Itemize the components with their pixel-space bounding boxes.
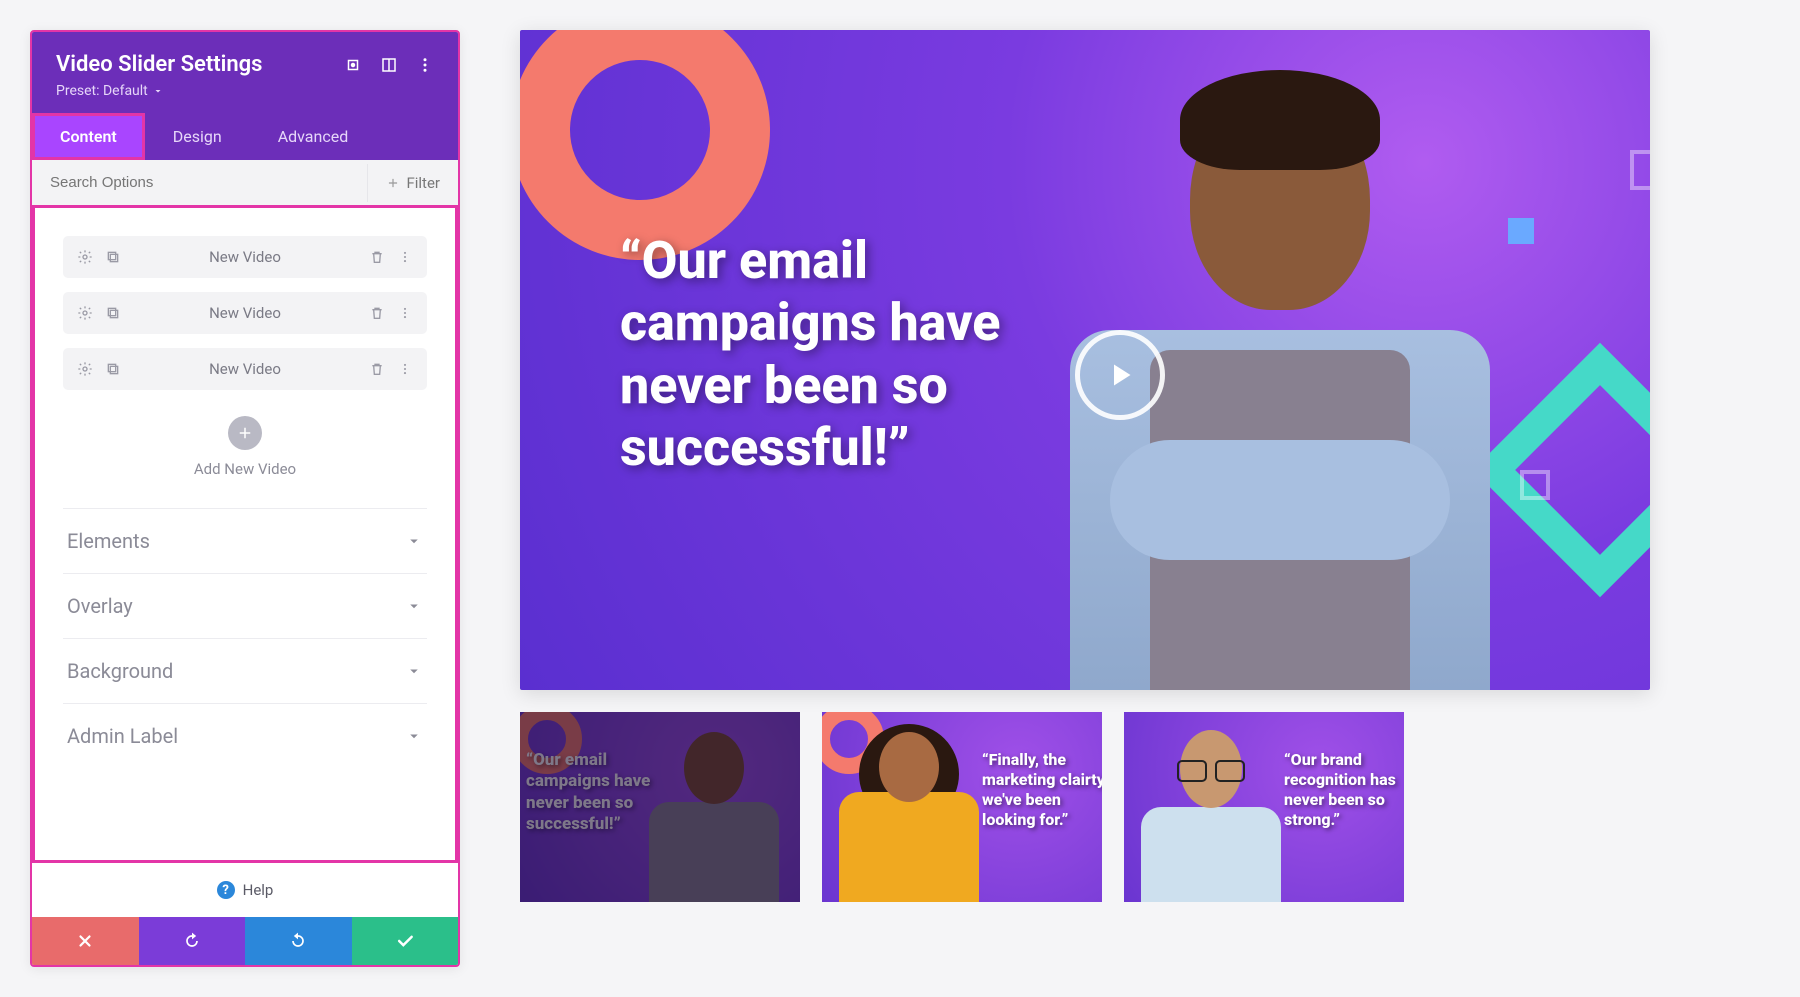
preview-area: “Our email campaigns have never been so … <box>520 30 1770 967</box>
expand-icon[interactable] <box>344 56 362 74</box>
save-button[interactable] <box>352 917 459 965</box>
more-icon[interactable] <box>397 361 413 377</box>
trash-icon[interactable] <box>369 305 385 321</box>
decorative-ring <box>520 30 770 260</box>
tab-advanced[interactable]: Advanced <box>250 113 377 160</box>
duplicate-icon[interactable] <box>105 305 121 321</box>
search-row: Filter <box>32 160 458 206</box>
video-item-label: New Video <box>121 360 369 378</box>
chevron-down-icon <box>405 662 423 680</box>
add-video-button[interactable] <box>228 416 262 450</box>
trash-icon[interactable] <box>369 361 385 377</box>
tab-bar: Content Design Advanced <box>32 113 458 160</box>
chevron-down-icon <box>405 727 423 745</box>
help-label: Help <box>243 881 274 899</box>
thumb-quote: “Finally, the marketing clairty we've be… <box>982 750 1102 830</box>
more-icon[interactable] <box>416 56 434 74</box>
panel-header: Video Slider Settings Preset: Default <box>32 32 458 113</box>
plus-icon <box>236 424 254 442</box>
undo-button[interactable] <box>139 917 246 965</box>
section-elements[interactable]: Elements <box>63 509 427 574</box>
decorative-square <box>1630 150 1650 190</box>
decorative-square <box>1520 470 1550 500</box>
content-body: New Video New Video <box>32 205 458 863</box>
add-video-row: Add New Video <box>63 416 427 478</box>
gear-icon[interactable] <box>77 305 93 321</box>
video-item[interactable]: New Video <box>63 292 427 334</box>
settings-panel: Video Slider Settings Preset: Default Co… <box>30 30 460 967</box>
section-title: Elements <box>67 529 150 553</box>
gear-icon[interactable] <box>77 249 93 265</box>
cancel-button[interactable] <box>32 917 139 965</box>
decorative-ring <box>520 712 582 774</box>
duplicate-icon[interactable] <box>105 361 121 377</box>
video-list: New Video New Video <box>63 236 427 390</box>
bottom-actions <box>32 917 458 965</box>
thumbnail-row: “Our email campaigns have never been so … <box>520 712 1770 902</box>
section-title: Background <box>67 659 173 683</box>
panel-title: Video Slider Settings <box>56 52 263 77</box>
section-overlay[interactable]: Overlay <box>63 574 427 639</box>
redo-icon <box>288 931 308 951</box>
check-icon <box>395 931 415 951</box>
trash-icon[interactable] <box>369 249 385 265</box>
help-icon: ? <box>217 881 235 899</box>
duplicate-icon[interactable] <box>105 249 121 265</box>
plus-icon <box>386 176 400 190</box>
video-item[interactable]: New Video <box>63 348 427 390</box>
person-illustration <box>644 712 784 902</box>
video-item-label: New Video <box>121 304 369 322</box>
more-icon[interactable] <box>397 249 413 265</box>
chevron-down-icon <box>405 597 423 615</box>
thumbnail-1[interactable]: “Our email campaigns have never been so … <box>520 712 800 902</box>
help-button[interactable]: ? Help <box>32 863 458 917</box>
thumb-quote: “Our email campaigns have never been so … <box>526 750 686 835</box>
thumb-quote: “Our brand recognition has never been so… <box>1284 750 1404 830</box>
filter-button[interactable]: Filter <box>367 164 458 202</box>
undo-icon <box>182 931 202 951</box>
close-icon <box>76 932 94 950</box>
chevron-down-icon <box>152 85 164 97</box>
tab-design[interactable]: Design <box>145 113 250 160</box>
filter-label: Filter <box>406 174 440 192</box>
preset-selector[interactable]: Preset: Default <box>56 83 434 113</box>
gear-icon[interactable] <box>77 361 93 377</box>
main-video-slide[interactable]: “Our email campaigns have never been so … <box>520 30 1650 690</box>
more-icon[interactable] <box>397 305 413 321</box>
section-admin-label[interactable]: Admin Label <box>63 704 427 768</box>
play-icon <box>1102 357 1138 393</box>
play-button[interactable] <box>1075 330 1165 420</box>
tab-content[interactable]: Content <box>32 113 145 160</box>
redo-button[interactable] <box>245 917 352 965</box>
person-illustration <box>834 712 984 902</box>
accordion: Elements Overlay Background Admin Label <box>63 508 427 768</box>
thumbnail-2[interactable]: “Finally, the marketing clairty we've be… <box>822 712 1102 902</box>
person-illustration <box>1136 712 1286 902</box>
video-item-label: New Video <box>121 248 369 266</box>
preset-label: Preset: Default <box>56 83 148 99</box>
thumbnail-3[interactable]: “Our brand recognition has never been so… <box>1124 712 1404 902</box>
section-title: Admin Label <box>67 724 178 748</box>
main-quote: “Our email campaigns have never been so … <box>620 230 1120 480</box>
add-video-label: Add New Video <box>194 460 296 478</box>
section-title: Overlay <box>67 594 133 618</box>
columns-icon[interactable] <box>380 56 398 74</box>
section-background[interactable]: Background <box>63 639 427 704</box>
search-input[interactable] <box>32 160 367 205</box>
video-item[interactable]: New Video <box>63 236 427 278</box>
chevron-down-icon <box>405 532 423 550</box>
